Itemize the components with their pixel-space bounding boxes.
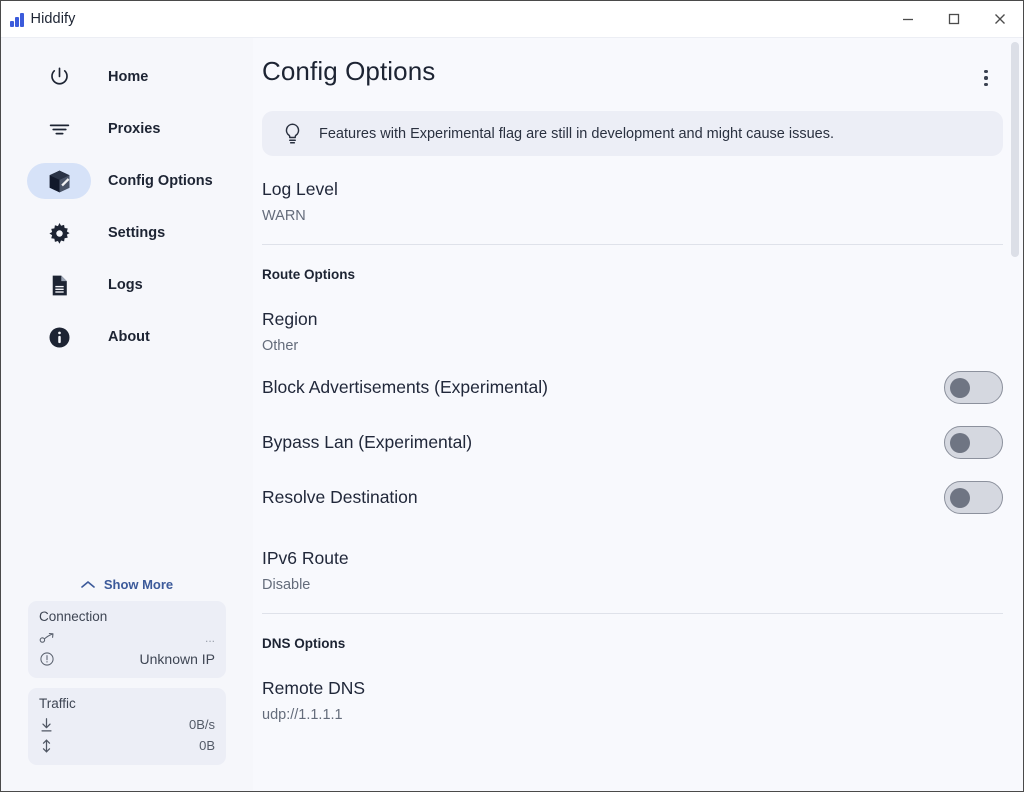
traffic-speed-value: 0B/s <box>188 717 215 732</box>
minimize-button[interactable] <box>885 1 931 38</box>
sidebar-nav: Home Proxies Config Options Settings Log… <box>1 51 253 363</box>
bypass-lan-toggle[interactable] <box>944 426 1003 459</box>
overflow-menu-button[interactable] <box>969 61 1003 95</box>
main-content: Config Options Features with Experimenta… <box>253 38 1023 791</box>
page-title: Config Options <box>262 56 436 86</box>
hiddify-logo-icon <box>10 12 24 27</box>
window-controls <box>885 1 1023 38</box>
traffic-total-row: 0B <box>39 735 215 756</box>
option-title: Bypass Lan (Experimental) <box>262 432 473 452</box>
show-more-label: Show More <box>103 577 174 592</box>
lightbulb-icon <box>282 122 303 146</box>
connection-ip-row: Unknown IP <box>39 648 215 669</box>
sidebar: Home Proxies Config Options Settings Log… <box>1 38 253 791</box>
option-bypass-lan[interactable]: Bypass Lan (Experimental) <box>262 415 1003 470</box>
kebab-dot <box>984 76 988 80</box>
traffic-card-title: Traffic <box>39 696 76 711</box>
option-ipv6-route[interactable]: IPv6 Route Disable <box>262 525 1003 599</box>
option-value: Disable <box>262 577 311 593</box>
toggle-thumb <box>950 377 970 398</box>
toggle-thumb <box>950 432 970 453</box>
option-title: Region <box>262 308 318 329</box>
connection-ip-value: Unknown IP <box>139 650 215 667</box>
sidebar-item-label: Settings <box>108 225 166 241</box>
option-title: Log Level <box>262 178 338 199</box>
option-title: IPv6 Route <box>262 547 349 568</box>
chevron-up-icon <box>81 580 95 589</box>
gear-icon <box>27 215 91 251</box>
resolve-destination-toggle[interactable] <box>944 481 1003 514</box>
main-scroll-area: Config Options Features with Experimenta… <box>253 38 1023 791</box>
close-button[interactable] <box>977 1 1023 38</box>
option-region[interactable]: Region Other <box>262 286 1003 360</box>
experimental-banner: Features with Experimental flag are stil… <box>262 111 1003 156</box>
option-remote-dns-head: Remote DNS <box>262 671 1003 705</box>
section-label-route-options: Route Options <box>262 267 355 282</box>
route-icon <box>39 630 56 645</box>
toggle-thumb <box>950 487 970 508</box>
page-header: Config Options <box>262 38 1003 95</box>
info-icon <box>27 319 91 355</box>
show-more-button[interactable]: Show More <box>1 571 253 601</box>
connection-route-value: ... <box>204 630 215 645</box>
sidebar-item-proxies[interactable]: Proxies <box>1 103 253 155</box>
sidebar-item-settings[interactable]: Settings <box>1 207 253 259</box>
option-resolve-destination[interactable]: Resolve Destination <box>262 470 1003 525</box>
sidebar-item-config-options[interactable]: Config Options <box>1 155 253 207</box>
sidebar-item-about[interactable]: About <box>1 311 253 363</box>
connection-route-row: ... <box>39 627 215 648</box>
option-value: WARN <box>262 208 306 224</box>
title-bar: Hiddify <box>1 1 1023 38</box>
sidebar-item-label: About <box>108 329 150 345</box>
updown-arrows-icon <box>39 738 54 754</box>
block-advertisements-toggle[interactable] <box>944 371 1003 404</box>
kebab-dot <box>984 69 988 74</box>
experimental-banner-text: Features with Experimental flag are stil… <box>319 125 835 142</box>
option-log-level-head: Log Level <box>262 172 1003 206</box>
app-title: Hiddify <box>30 11 76 27</box>
window-body: Home Proxies Config Options Settings Log… <box>1 38 1023 791</box>
main-scrollbar-thumb[interactable] <box>1011 42 1019 257</box>
option-value: Other <box>262 338 299 354</box>
document-icon <box>27 267 91 303</box>
traffic-speed-row: 0B/s <box>39 714 215 735</box>
sidebar-item-logs[interactable]: Logs <box>1 259 253 311</box>
title-bar-brand: Hiddify <box>10 11 76 27</box>
power-icon <box>27 59 91 95</box>
sidebar-item-label: Proxies <box>108 121 161 137</box>
option-remote-dns[interactable]: Remote DNS udp://1.1.1.1 <box>262 655 1003 729</box>
warning-circle-icon <box>39 651 55 667</box>
box-icon <box>27 163 91 199</box>
kebab-dot <box>984 82 988 87</box>
maximize-button[interactable] <box>931 1 977 38</box>
traffic-card: Traffic 0B/s 0B <box>28 688 226 765</box>
sidebar-item-home[interactable]: Home <box>1 51 253 103</box>
option-value: udp://1.1.1.1 <box>262 707 343 723</box>
connection-card: Connection ... Unknown IP <box>28 601 226 678</box>
sidebar-item-label: Config Options <box>108 173 213 189</box>
option-block-advertisements[interactable]: Block Advertisements (Experimental) <box>262 360 1003 415</box>
option-ipv6-route-head: IPv6 Route <box>262 541 1003 575</box>
sidebar-item-label: Logs <box>108 277 143 293</box>
sidebar-item-label: Home <box>108 69 149 85</box>
option-title: Resolve Destination <box>262 487 418 507</box>
connection-card-title: Connection <box>39 609 108 624</box>
option-log-level[interactable]: Log Level WARN <box>262 156 1003 230</box>
download-icon <box>39 717 54 733</box>
option-title: Block Advertisements (Experimental) <box>262 377 548 397</box>
filter-icon <box>27 111 91 147</box>
option-region-head: Region <box>262 302 1003 336</box>
main-scrollbar[interactable] <box>1009 38 1021 791</box>
traffic-total-value: 0B <box>199 738 215 753</box>
option-title: Remote DNS <box>262 677 366 698</box>
section-label-dns-options: DNS Options <box>262 636 346 651</box>
app-window: Hiddify Home Proxies Config Options Sett… <box>0 0 1024 792</box>
